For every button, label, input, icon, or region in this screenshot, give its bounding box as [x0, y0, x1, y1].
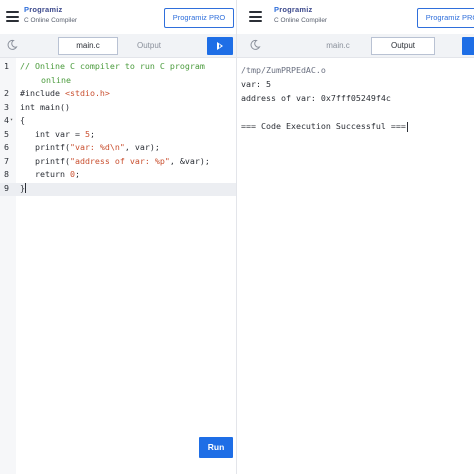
code-token: return [20, 169, 70, 179]
code-line: 4 ▾ { [0, 115, 236, 129]
editor-pane: Programiz C Online Compiler Programiz PR… [0, 0, 237, 474]
logo-text: Programiz [274, 5, 327, 14]
programiz-pro-button[interactable]: Programiz PRO [417, 8, 474, 28]
line-number: 2 [4, 88, 9, 98]
output-line: var: 5 [241, 79, 271, 89]
app-subtitle: C Online Compiler [274, 17, 328, 24]
line-number: 5 [4, 128, 9, 139]
tab-main-c[interactable]: main.c [307, 37, 369, 55]
line-number: 6 [4, 142, 9, 152]
output-line-status: === Code Execution Successful === [241, 121, 408, 132]
code-string: "address of var: %p" [69, 155, 170, 166]
code-line-current: 9 } [0, 182, 236, 196]
programiz-pro-button[interactable]: Programiz PRO [164, 8, 234, 28]
code-text: printf("address of var: %p", &var); [20, 156, 210, 166]
menu-icon[interactable] [249, 11, 262, 22]
line-number: 8 [4, 169, 9, 179]
output-line: /tmp/ZumPRPEdAC.o [241, 65, 326, 75]
code-text: int var = 5; [20, 129, 95, 139]
code-token: , &var); [169, 155, 210, 166]
code-line: 1 // Online C compiler to run C program [0, 61, 236, 75]
logo-label: rogramiz [29, 5, 63, 14]
code-text: return 0; [20, 169, 80, 179]
code-comment-wrap: online [41, 74, 71, 85]
line-number: 1 [4, 61, 9, 71]
code-text: printf("var: %d\n", var); [20, 142, 160, 152]
logo[interactable]: Programiz C Online Compiler [274, 5, 327, 24]
run-icon-button[interactable] [207, 37, 233, 55]
play-icon-inner [219, 44, 221, 48]
editor-toolbar: main.c Output [0, 34, 236, 58]
output-pane: Programiz C Online Compiler Programiz PR… [237, 0, 474, 474]
output-console[interactable]: /tmp/ZumPRPEdAC.o var: 5 address of var:… [237, 58, 474, 474]
code-string: <stdio.h> [64, 88, 110, 98]
logo-label: rogramiz [279, 5, 313, 14]
code-line: online [0, 74, 236, 89]
run-icon-button[interactable] [462, 37, 474, 55]
output-toolbar: main.c Output [237, 34, 474, 58]
code-line: 3 int main() [0, 101, 236, 116]
code-token: ; [74, 169, 80, 179]
code-token: #include [20, 88, 65, 98]
code-token: int var = [20, 128, 85, 139]
fold-arrow-icon[interactable]: ▾ [10, 117, 13, 123]
dark-mode-icon[interactable] [6, 39, 18, 51]
code-token: printf( [20, 155, 70, 166]
code-line: 5 int var = 5; [0, 128, 236, 143]
code-line: 6 printf("var: %d\n", var); [0, 142, 236, 156]
execution-status: === Code Execution Successful === [241, 121, 406, 131]
tab-output[interactable]: Output [120, 37, 178, 55]
code-text: { [20, 115, 25, 125]
dark-mode-icon[interactable] [249, 39, 261, 51]
text-cursor [25, 183, 26, 193]
code-token: , var); [124, 142, 160, 152]
header: Programiz C Online Compiler Programiz PR… [237, 0, 474, 34]
code-text: #include <stdio.h> [20, 88, 110, 98]
menu-icon[interactable] [6, 11, 19, 22]
code-comment: // Online C compiler to run C program [20, 61, 205, 71]
code-editor[interactable]: 1 // Online C compiler to run C program … [0, 58, 236, 474]
output-line: address of var: 0x7fff05249f4c [241, 93, 391, 103]
text-cursor [406, 121, 408, 132]
code-text: } [20, 183, 26, 193]
tab-output[interactable]: Output [371, 37, 435, 55]
line-number: 9 [4, 182, 9, 193]
header: Programiz C Online Compiler Programiz PR… [0, 0, 236, 34]
code-token: ; [89, 128, 95, 139]
run-button[interactable]: Run [199, 437, 233, 458]
line-number: 3 [4, 101, 9, 112]
line-number: 7 [4, 155, 9, 166]
logo-text: Programiz [24, 5, 77, 14]
code-line: 8 return 0; [0, 169, 236, 183]
app-subtitle: C Online Compiler [24, 17, 78, 24]
code-string: "var: %d\n" [69, 142, 125, 152]
code-line: 7 printf("address of var: %p", &var); [0, 155, 236, 170]
code-line: 2 #include <stdio.h> [0, 88, 236, 102]
tab-main-c[interactable]: main.c [58, 37, 118, 55]
code-token: printf( [20, 142, 70, 152]
logo[interactable]: Programiz C Online Compiler [24, 5, 77, 24]
code-text: int main() [20, 101, 70, 112]
